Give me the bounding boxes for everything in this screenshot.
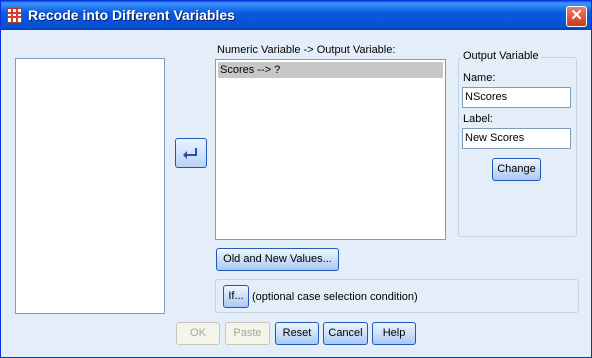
window-title: Recode into Different Variables bbox=[28, 7, 235, 23]
label-label: Label: bbox=[463, 113, 493, 125]
spss-grid-icon bbox=[7, 8, 22, 23]
title-bar[interactable]: Recode into Different Variables ✕ bbox=[1, 1, 591, 30]
close-icon[interactable]: ✕ bbox=[566, 6, 587, 27]
right-arrow-icon bbox=[183, 148, 197, 159]
recode-dialog: Recode into Different Variables ✕ Numeri… bbox=[0, 0, 592, 358]
list-item[interactable]: Scores --> ? bbox=[218, 62, 443, 78]
mapping-list[interactable]: Scores --> ? bbox=[215, 59, 446, 240]
name-field[interactable]: NScores bbox=[462, 87, 571, 108]
change-button[interactable]: Change bbox=[492, 158, 541, 181]
if-button[interactable]: If... bbox=[223, 285, 249, 308]
cancel-button[interactable]: Cancel bbox=[323, 322, 368, 345]
help-button[interactable]: Help bbox=[372, 322, 416, 345]
move-variable-button[interactable] bbox=[175, 138, 207, 168]
ok-button[interactable]: OK bbox=[176, 322, 220, 345]
mapping-list-label: Numeric Variable -> Output Variable: bbox=[217, 44, 396, 56]
paste-button[interactable]: Paste bbox=[225, 322, 270, 345]
source-variable-list[interactable] bbox=[15, 58, 165, 314]
reset-button[interactable]: Reset bbox=[275, 322, 319, 345]
name-label: Name: bbox=[463, 72, 496, 84]
condition-text: (optional case selection condition) bbox=[252, 291, 418, 303]
output-variable-legend: Output Variable bbox=[461, 50, 541, 62]
label-field[interactable]: New Scores bbox=[462, 128, 571, 149]
old-and-new-values-button[interactable]: Old and New Values... bbox=[216, 248, 339, 271]
